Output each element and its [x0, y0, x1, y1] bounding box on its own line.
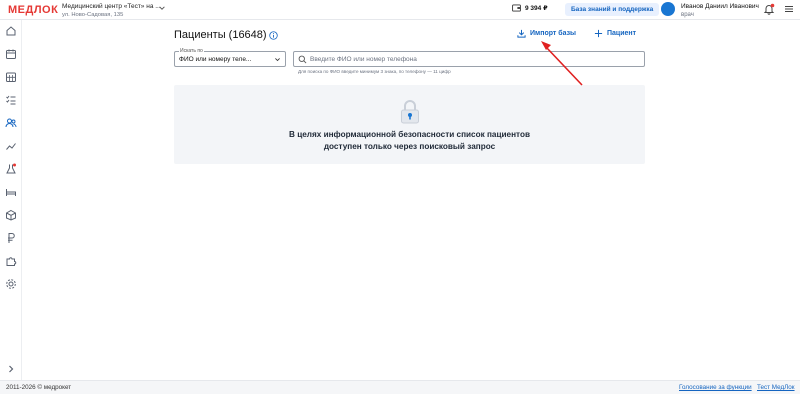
- page-title: Пациенты (16648): [174, 29, 267, 41]
- clinic-name: Медицинский центр «Тест» на ...: [62, 3, 161, 10]
- flask-icon[interactable]: [5, 163, 17, 175]
- checklist-icon[interactable]: [5, 94, 17, 106]
- search-field[interactable]: [293, 51, 645, 67]
- search-hint: Для поиска по ФИО введите минимум 3 знак…: [298, 69, 451, 74]
- import-label: Импорт базы: [530, 30, 577, 37]
- import-database-button[interactable]: Импорт базы: [517, 29, 576, 38]
- security-notice-text: В целях информационной безопасности спис…: [174, 129, 645, 152]
- calendar-icon[interactable]: [5, 48, 17, 60]
- clinic-selector[interactable]: Медицинский центр «Тест» на ... ул. Ново…: [62, 2, 161, 20]
- search-icon: [298, 55, 307, 64]
- search-by-label: Искать по: [179, 48, 204, 54]
- patients-icon[interactable]: [5, 117, 17, 129]
- logo[interactable]: МЕДЛОК: [8, 4, 58, 16]
- feature-vote-link[interactable]: Голосование за функции: [679, 384, 752, 391]
- add-patient-label: Пациент: [607, 30, 637, 37]
- search-by-select[interactable]: Искать по ФИО или номеру теле...: [174, 48, 286, 67]
- search-input[interactable]: [310, 53, 640, 66]
- ruble-icon[interactable]: [5, 232, 17, 244]
- wallet-icon: [512, 4, 521, 12]
- box-icon[interactable]: [5, 209, 17, 221]
- bed-icon[interactable]: [5, 186, 17, 198]
- calendar-grid-icon[interactable]: [5, 71, 17, 83]
- balance-value: 9 394 ₽: [525, 5, 548, 12]
- security-notice-panel: В целях информационной безопасности спис…: [174, 85, 645, 164]
- knowledge-base-button[interactable]: База знаний и поддержка: [565, 3, 660, 16]
- hamburger-menu-icon[interactable]: [784, 4, 794, 14]
- bell-icon[interactable]: [763, 3, 775, 15]
- clinic-address: ул. Ново-Садовая, 135: [62, 12, 124, 18]
- avatar[interactable]: [661, 2, 675, 16]
- notice-line-1: В целях информационной безопасности спис…: [289, 130, 530, 139]
- user-info[interactable]: Иванов Даниил Иванович врач: [681, 2, 759, 20]
- plus-icon: [594, 29, 603, 38]
- sidebar: [0, 20, 22, 380]
- chevron-down-icon: [275, 58, 280, 62]
- top-bar: МЕДЛОК Медицинский центр «Тест» на ... у…: [0, 0, 800, 20]
- chevron-right-icon[interactable]: [6, 364, 16, 374]
- add-patient-button[interactable]: Пациент: [594, 29, 636, 38]
- test-medlok-link[interactable]: Тест МедЛок: [757, 384, 795, 391]
- home-icon[interactable]: [5, 25, 17, 37]
- user-name: Иванов Даниил Иванович: [681, 3, 759, 10]
- puzzle-icon[interactable]: [5, 255, 17, 267]
- user-role: врач: [681, 12, 694, 18]
- notice-line-2: доступен только через поисковый запрос: [323, 141, 496, 151]
- search-by-value: ФИО или номеру теле...: [179, 56, 252, 63]
- chevron-down-icon[interactable]: [158, 4, 166, 12]
- info-icon[interactable]: [269, 31, 278, 40]
- analytics-icon[interactable]: [5, 140, 17, 152]
- balance-widget[interactable]: 9 394 ₽: [512, 4, 548, 12]
- copyright: 2011-2026 © медрокет: [6, 384, 72, 391]
- lock-icon: [401, 100, 419, 124]
- settings-icon[interactable]: [5, 278, 17, 290]
- download-icon: [517, 29, 526, 38]
- footer: 2011-2026 © медрокет Голосование за функ…: [0, 380, 800, 394]
- main-content: Пациенты (16648) Импорт базы Пациент Иск…: [22, 20, 800, 380]
